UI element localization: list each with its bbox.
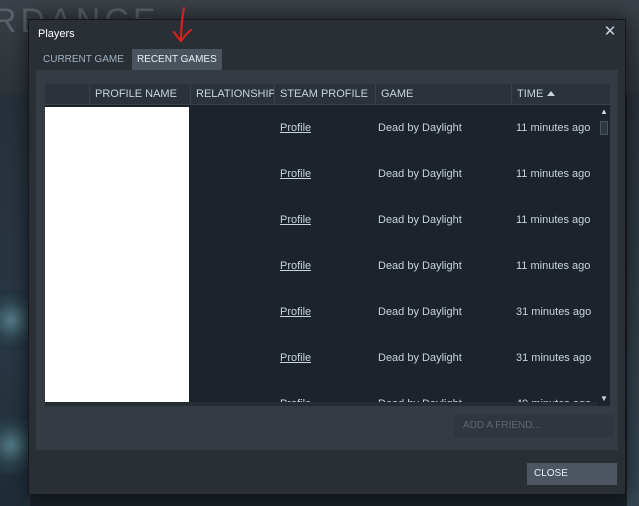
horizontal-scrollbar[interactable] — [45, 402, 598, 406]
background-right-strip — [627, 95, 639, 506]
column-header-profile-name[interactable]: PROFILE NAME — [89, 84, 195, 104]
game-cell: Dead by Daylight — [378, 352, 462, 364]
game-cell: Dead by Daylight — [378, 214, 462, 226]
time-cell: 11 minutes ago — [516, 214, 591, 226]
sort-ascending-icon — [547, 91, 556, 96]
time-cell: 31 minutes ago — [516, 352, 592, 364]
tab-current-game[interactable]: CURRENT GAME — [38, 49, 129, 70]
close-button[interactable]: CLOSE — [527, 463, 617, 485]
background-left-strip — [0, 95, 30, 506]
hand-drawn-red-arrow-icon — [173, 7, 192, 43]
table-header: PROFILE NAME RELATIONSHIP STEAM PROFILE … — [45, 84, 610, 105]
emblem-icon — [0, 415, 28, 475]
scroll-up-arrow-icon[interactable]: ▲ — [599, 107, 609, 117]
column-header-time[interactable]: TIME — [511, 84, 610, 104]
skull-emblem-icon — [0, 290, 28, 350]
profile-link[interactable]: Profile — [280, 352, 311, 364]
redacted-profile-names — [45, 107, 189, 406]
players-table: PROFILE NAME RELATIONSHIP STEAM PROFILE … — [45, 84, 610, 406]
profile-link[interactable]: Profile — [280, 214, 311, 226]
add-friend-button[interactable]: ADD A FRIEND... — [454, 415, 614, 437]
time-cell: 11 minutes ago — [516, 260, 591, 272]
tab-bar: CURRENT GAME RECENT GAMES — [38, 49, 225, 70]
game-cell: Dead by Daylight — [378, 260, 462, 272]
game-cell: Dead by Daylight — [378, 306, 462, 318]
tab-recent-games[interactable]: RECENT GAMES — [131, 49, 222, 70]
recent-games-panel: PROFILE NAME RELATIONSHIP STEAM PROFILE … — [36, 70, 618, 450]
scroll-thumb[interactable] — [600, 121, 608, 135]
column-header-relationship[interactable]: RELATIONSHIP — [190, 84, 274, 104]
close-icon[interactable]: ✕ — [603, 24, 617, 40]
profile-link[interactable]: Profile — [280, 122, 311, 134]
profile-link[interactable]: Profile — [280, 306, 311, 318]
column-header-game[interactable]: GAME — [375, 84, 511, 104]
game-cell: Dead by Daylight — [378, 168, 462, 180]
time-cell: 11 minutes ago — [516, 168, 591, 180]
players-dialog: Players ✕ CURRENT GAME RECENT GAMES PROF… — [28, 19, 626, 495]
table-body: Profile Dead by Daylight 11 minutes ago … — [45, 105, 598, 406]
time-cell: 31 minutes ago — [516, 306, 592, 318]
column-header-steam-profile[interactable]: STEAM PROFILE — [274, 84, 375, 104]
column-header-time-label: TIME — [517, 88, 544, 100]
game-cell: Dead by Daylight — [378, 122, 462, 134]
profile-link[interactable]: Profile — [280, 260, 311, 272]
dialog-title: Players — [38, 28, 75, 40]
profile-link[interactable]: Profile — [280, 168, 311, 180]
time-cell: 11 minutes ago — [516, 122, 591, 134]
vertical-scrollbar[interactable]: ▲ ▼ — [598, 105, 610, 406]
scroll-down-arrow-icon[interactable]: ▼ — [599, 394, 609, 404]
